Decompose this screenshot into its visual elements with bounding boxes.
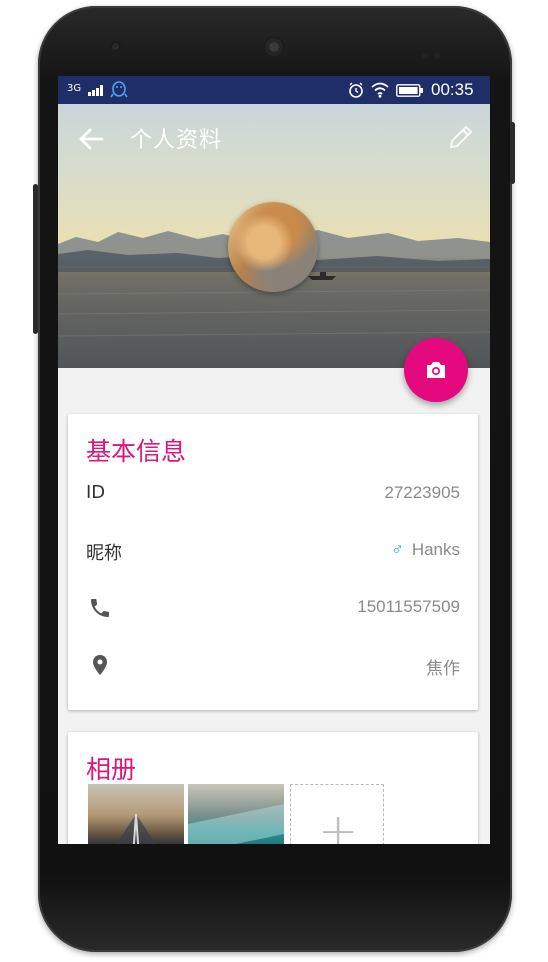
nickname-label: 昵称 [86,543,122,564]
clock: 00:35 [431,80,474,99]
network-type: 3G [67,83,82,94]
power-button [510,122,515,184]
plus-icon: + [318,803,359,844]
change-photo-button[interactable] [404,338,468,402]
battery-icon [396,84,423,97]
album-photo[interactable] [88,784,184,844]
proximity-sensors [422,44,448,59]
add-photo-button[interactable]: + [290,784,384,844]
wifi-icon [371,82,389,98]
card-title: 基本信息 [86,437,187,466]
album-photo[interactable] [188,784,284,844]
basic-info-card: 基本信息 ID 27223905 昵称 ♂ Hanks 15011557509 焦… [68,414,478,710]
railway-photo-image [116,813,156,844]
location-row[interactable]: 焦作 [68,645,478,685]
id-row: ID 27223905 [68,474,478,514]
phone-row[interactable]: 15011557509 [68,588,478,628]
front-camera [110,41,121,52]
page-title: 个人资料 [130,128,223,153]
nickname-value: Hanks [411,540,460,559]
phone-value: 15011557509 [357,597,460,616]
camera-icon [427,362,445,378]
location-pin-icon [93,655,107,675]
earpiece-speaker [263,36,285,58]
back-arrow-icon[interactable] [76,124,106,154]
id-label: ID [86,482,106,503]
album-card: 相册 + [68,732,478,844]
screen: 3G 00:35 个人资料 基本信息 ID 27223905 昵称 ♂ Hank… [58,76,490,844]
edit-pencil-icon[interactable] [448,124,474,150]
nickname-value-wrap: ♂ Hanks [391,540,460,560]
status-bar: 3G 00:35 [58,76,490,104]
location-value: 焦作 [426,659,460,678]
volume-button [33,184,38,334]
phone-icon [91,599,109,617]
signal-icon [88,84,106,96]
profile-header: 个人资料 [58,104,490,368]
card-title: 相册 [86,755,137,784]
nickname-row[interactable]: 昵称 ♂ Hanks [68,531,478,571]
alarm-icon [349,82,363,98]
train-photo-image [188,804,284,844]
avatar[interactable] [228,202,318,292]
id-value: 27223905 [384,483,460,502]
qq-penguin-icon [110,81,128,98]
male-gender-icon: ♂ [391,540,404,559]
